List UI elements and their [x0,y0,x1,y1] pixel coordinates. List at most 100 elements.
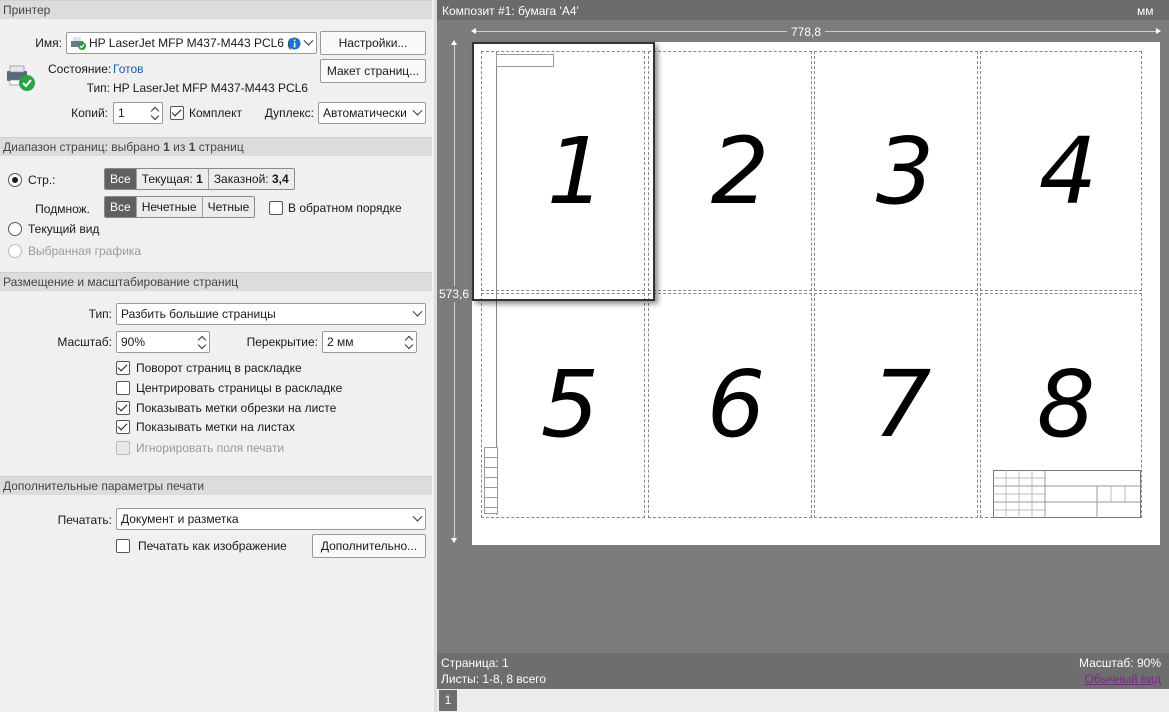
ruler-arrow-left-icon [471,28,476,34]
pages-custom-option[interactable]: Заказной: 3,4 [209,169,294,189]
range-title-middle: из [169,140,189,154]
duplex-label: Дуплекс: [264,106,314,120]
rotate-pages-label: Поворот страниц в раскладке [136,361,302,375]
printer-settings-button[interactable]: Настройки... [320,31,426,55]
sheet-marks-checkbox[interactable] [116,420,130,434]
stepper-down-icon[interactable] [150,111,160,121]
scale-label: Масштаб: [57,335,112,349]
printer-status-icon [7,65,35,91]
copies-value: 1 [118,106,125,120]
layout-type-label: Тип: [88,307,112,321]
duplex-value: Автоматически [323,106,407,120]
printer-section-header: Принтер [0,0,432,19]
stepper-down-icon[interactable] [197,340,207,350]
scale-stepper[interactable]: 90% [116,331,210,353]
title-block [993,470,1141,518]
print-what-value: Документ и разметка [121,512,239,526]
sheet-tab-1[interactable]: 1 [439,690,457,711]
subset-segmented-control[interactable]: Все Нечетные Четные [104,196,256,218]
ignore-margins-label: Игнорировать поля печати [136,441,285,455]
chevron-down-icon [412,306,423,317]
page-setup-button[interactable]: Макет страниц... [320,59,426,83]
printer-name-label: Имя: [35,36,62,50]
pages-current-option[interactable]: Текущая: 1 [137,169,209,189]
print-as-image-checkbox[interactable] [116,539,130,553]
pages-current-value: 1 [196,172,203,186]
current-view-radio[interactable] [8,222,22,236]
sheet-tab-strip [437,689,1169,712]
subset-all-option[interactable]: Все [105,197,137,217]
tile-number: 2 [710,118,770,225]
stepper-down-icon[interactable] [404,340,414,350]
current-view-label: Текущий вид [28,222,100,236]
print-as-image-label: Печатать как изображение [138,539,287,553]
printer-name-value: HP LaserJet MFP M437-M443 PCL6 (к [89,36,297,50]
tile-number: 4 [1038,118,1098,225]
print-preview-pane: Композит #1: бумага 'A4' мм 778,8 573,6 [437,0,1169,712]
pages-label: Стр.: [28,173,56,187]
pages-current-text: Текущая: [141,172,197,186]
printer-section-title: Принтер [3,3,51,17]
center-pages-checkbox[interactable] [116,381,130,395]
copies-label: Копий: [71,106,108,120]
center-pages-label: Центрировать страницы в раскладке [136,381,343,395]
pages-all-option[interactable]: Все [105,169,137,189]
preview-title: Композит #1: бумага 'A4' [442,4,579,18]
duplex-select[interactable]: Автоматически [318,102,426,124]
crop-marks-checkbox[interactable] [116,401,130,415]
pages-radio[interactable] [8,173,22,187]
scale-status: Масштаб: 90% [1078,656,1161,670]
print-what-select[interactable]: Документ и разметка [116,508,426,530]
subset-even-option[interactable]: Четные [203,197,255,217]
preview-units: мм [1137,4,1154,18]
selected-graphics-radio[interactable] [8,244,22,258]
extra-section-header: Дополнительные параметры печати [0,476,432,495]
range-title-suffix: страниц [195,140,244,154]
tile-number: 7 [872,351,932,458]
ruler-arrow-right-icon [1156,28,1161,34]
printer-type-label: Тип: [86,81,110,95]
subset-label: Подмнож. [35,202,90,216]
pages-segmented-control[interactable]: Все Текущая: 1 Заказной: 3,4 [104,168,295,190]
printer-type-value: HP LaserJet MFP M437-M443 PCL6 [113,81,308,95]
width-dimension: 778,8 [787,24,826,40]
chevron-down-icon [412,105,423,116]
overlap-label: Перекрытие: [246,335,318,349]
pages-custom-text: Заказной: [213,172,272,186]
pages-custom-value: 3,4 [271,172,289,186]
sheets-status: Листы: 1-8, 8 всего [441,672,547,686]
more-options-button[interactable]: Дополнительно... [312,534,426,558]
sheet-marks-label: Показывать метки на листах [136,420,295,434]
ignore-margins-checkbox[interactable] [116,441,130,455]
copies-stepper[interactable]: 1 [113,102,163,124]
extra-section-title: Дополнительные параметры печати [3,479,205,493]
print-settings-panel: Принтер Имя: HP LaserJet MFP M437-M443 P… [0,0,434,712]
range-section-header: Диапазон страниц: выбрано 1 из 1 страниц [0,137,432,156]
range-title-prefix: Диапазон страниц: выбрано [3,140,164,154]
ruler-arrow-up-icon [451,40,457,45]
scale-value: 90% [121,335,146,349]
page-status: Страница: 1 [441,656,509,670]
rotate-pages-checkbox[interactable] [116,361,130,375]
ruler-arrow-down-icon [451,538,457,543]
range-selected-count: 1 [163,140,170,154]
selected-graphics-label: Выбранная графика [28,244,142,258]
collate-checkbox[interactable] [170,106,184,120]
crop-marks-label: Показывать метки обрезки на листе [136,401,337,415]
drawing-side-stamp [484,447,498,514]
printer-state-label: Состояние: [48,62,112,76]
tile-number: 1 [546,118,606,225]
overlap-value: 2 мм [327,335,354,349]
reverse-order-checkbox[interactable] [269,201,283,215]
overlap-stepper[interactable]: 2 мм [322,331,417,353]
subset-odd-option[interactable]: Нечетные [137,197,203,217]
printer-name-select[interactable]: HP LaserJet MFP M437-M443 PCL6 (к [66,32,317,54]
printer-state-value: Готов [113,62,144,76]
layout-section-title: Размещение и масштабирование страниц [3,275,239,289]
layout-type-select[interactable]: Разбить большие страницы [116,303,426,325]
tile-number: 3 [875,118,935,225]
chevron-down-icon [303,35,314,46]
info-icon[interactable] [288,37,301,50]
tile-number: 5 [540,351,600,458]
normal-view-link[interactable]: Обычный вид [1037,671,1161,687]
